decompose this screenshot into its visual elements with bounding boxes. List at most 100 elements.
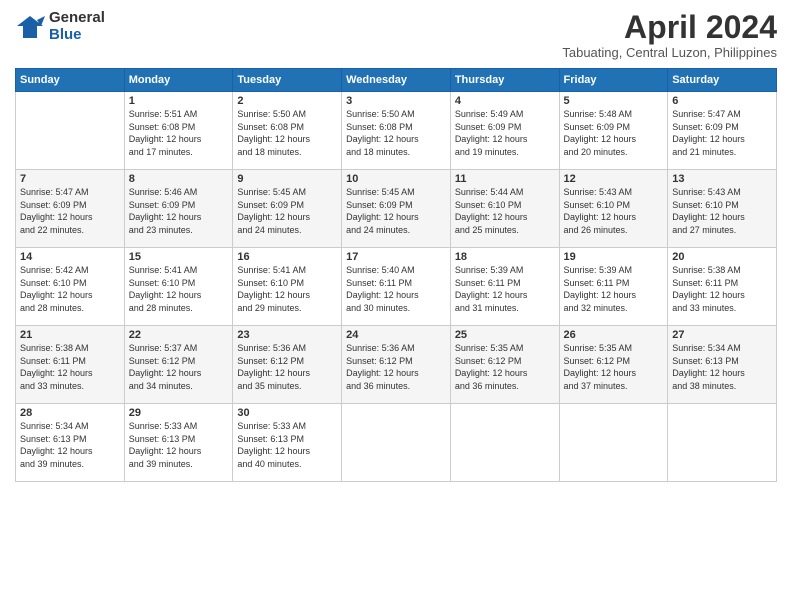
day-info: Sunrise: 5:37 AM Sunset: 6:12 PM Dayligh… bbox=[129, 342, 229, 392]
col-monday: Monday bbox=[124, 69, 233, 92]
table-row: 17Sunrise: 5:40 AM Sunset: 6:11 PM Dayli… bbox=[342, 248, 451, 326]
table-row: 21Sunrise: 5:38 AM Sunset: 6:11 PM Dayli… bbox=[16, 326, 125, 404]
day-number: 5 bbox=[564, 95, 664, 107]
table-row: 24Sunrise: 5:36 AM Sunset: 6:12 PM Dayli… bbox=[342, 326, 451, 404]
day-info: Sunrise: 5:49 AM Sunset: 6:09 PM Dayligh… bbox=[455, 108, 555, 158]
table-row bbox=[559, 404, 668, 482]
day-info: Sunrise: 5:33 AM Sunset: 6:13 PM Dayligh… bbox=[237, 420, 337, 470]
day-info: Sunrise: 5:39 AM Sunset: 6:11 PM Dayligh… bbox=[455, 264, 555, 314]
day-number: 10 bbox=[346, 173, 446, 185]
table-row bbox=[668, 404, 777, 482]
day-number: 3 bbox=[346, 95, 446, 107]
table-row: 6Sunrise: 5:47 AM Sunset: 6:09 PM Daylig… bbox=[668, 92, 777, 170]
day-number: 20 bbox=[672, 251, 772, 263]
table-row bbox=[16, 92, 125, 170]
table-row: 19Sunrise: 5:39 AM Sunset: 6:11 PM Dayli… bbox=[559, 248, 668, 326]
day-info: Sunrise: 5:43 AM Sunset: 6:10 PM Dayligh… bbox=[564, 186, 664, 236]
day-number: 14 bbox=[20, 251, 120, 263]
table-row: 4Sunrise: 5:49 AM Sunset: 6:09 PM Daylig… bbox=[450, 92, 559, 170]
day-info: Sunrise: 5:34 AM Sunset: 6:13 PM Dayligh… bbox=[672, 342, 772, 392]
table-row: 23Sunrise: 5:36 AM Sunset: 6:12 PM Dayli… bbox=[233, 326, 342, 404]
table-row: 13Sunrise: 5:43 AM Sunset: 6:10 PM Dayli… bbox=[668, 170, 777, 248]
table-row: 25Sunrise: 5:35 AM Sunset: 6:12 PM Dayli… bbox=[450, 326, 559, 404]
col-friday: Friday bbox=[559, 69, 668, 92]
calendar-table: Sunday Monday Tuesday Wednesday Thursday… bbox=[15, 68, 777, 482]
title-area: April 2024 Tabuating, Central Luzon, Phi… bbox=[562, 10, 777, 60]
day-info: Sunrise: 5:50 AM Sunset: 6:08 PM Dayligh… bbox=[237, 108, 337, 158]
table-row: 2Sunrise: 5:50 AM Sunset: 6:08 PM Daylig… bbox=[233, 92, 342, 170]
day-info: Sunrise: 5:47 AM Sunset: 6:09 PM Dayligh… bbox=[20, 186, 120, 236]
day-number: 15 bbox=[129, 251, 229, 263]
day-number: 24 bbox=[346, 329, 446, 341]
calendar-week-row: 14Sunrise: 5:42 AM Sunset: 6:10 PM Dayli… bbox=[16, 248, 777, 326]
table-row: 8Sunrise: 5:46 AM Sunset: 6:09 PM Daylig… bbox=[124, 170, 233, 248]
calendar-week-row: 1Sunrise: 5:51 AM Sunset: 6:08 PM Daylig… bbox=[16, 92, 777, 170]
header: General Blue April 2024 Tabuating, Centr… bbox=[15, 10, 777, 60]
table-row bbox=[450, 404, 559, 482]
day-number: 22 bbox=[129, 329, 229, 341]
day-info: Sunrise: 5:44 AM Sunset: 6:10 PM Dayligh… bbox=[455, 186, 555, 236]
day-info: Sunrise: 5:42 AM Sunset: 6:10 PM Dayligh… bbox=[20, 264, 120, 314]
table-row: 28Sunrise: 5:34 AM Sunset: 6:13 PM Dayli… bbox=[16, 404, 125, 482]
table-row: 1Sunrise: 5:51 AM Sunset: 6:08 PM Daylig… bbox=[124, 92, 233, 170]
logo-bird-icon bbox=[15, 12, 45, 42]
day-info: Sunrise: 5:43 AM Sunset: 6:10 PM Dayligh… bbox=[672, 186, 772, 236]
table-row: 11Sunrise: 5:44 AM Sunset: 6:10 PM Dayli… bbox=[450, 170, 559, 248]
day-info: Sunrise: 5:34 AM Sunset: 6:13 PM Dayligh… bbox=[20, 420, 120, 470]
table-row: 15Sunrise: 5:41 AM Sunset: 6:10 PM Dayli… bbox=[124, 248, 233, 326]
day-info: Sunrise: 5:36 AM Sunset: 6:12 PM Dayligh… bbox=[346, 342, 446, 392]
day-number: 23 bbox=[237, 329, 337, 341]
day-info: Sunrise: 5:39 AM Sunset: 6:11 PM Dayligh… bbox=[564, 264, 664, 314]
table-row: 14Sunrise: 5:42 AM Sunset: 6:10 PM Dayli… bbox=[16, 248, 125, 326]
table-row: 7Sunrise: 5:47 AM Sunset: 6:09 PM Daylig… bbox=[16, 170, 125, 248]
month-title: April 2024 bbox=[562, 10, 777, 45]
day-number: 27 bbox=[672, 329, 772, 341]
col-wednesday: Wednesday bbox=[342, 69, 451, 92]
day-number: 21 bbox=[20, 329, 120, 341]
col-tuesday: Tuesday bbox=[233, 69, 342, 92]
table-row: 30Sunrise: 5:33 AM Sunset: 6:13 PM Dayli… bbox=[233, 404, 342, 482]
table-row: 18Sunrise: 5:39 AM Sunset: 6:11 PM Dayli… bbox=[450, 248, 559, 326]
table-row: 22Sunrise: 5:37 AM Sunset: 6:12 PM Dayli… bbox=[124, 326, 233, 404]
calendar-week-row: 28Sunrise: 5:34 AM Sunset: 6:13 PM Dayli… bbox=[16, 404, 777, 482]
table-row: 29Sunrise: 5:33 AM Sunset: 6:13 PM Dayli… bbox=[124, 404, 233, 482]
day-number: 30 bbox=[237, 407, 337, 419]
table-row: 3Sunrise: 5:50 AM Sunset: 6:08 PM Daylig… bbox=[342, 92, 451, 170]
table-row: 27Sunrise: 5:34 AM Sunset: 6:13 PM Dayli… bbox=[668, 326, 777, 404]
day-info: Sunrise: 5:35 AM Sunset: 6:12 PM Dayligh… bbox=[564, 342, 664, 392]
day-number: 13 bbox=[672, 173, 772, 185]
day-number: 9 bbox=[237, 173, 337, 185]
table-row: 5Sunrise: 5:48 AM Sunset: 6:09 PM Daylig… bbox=[559, 92, 668, 170]
day-info: Sunrise: 5:40 AM Sunset: 6:11 PM Dayligh… bbox=[346, 264, 446, 314]
day-number: 16 bbox=[237, 251, 337, 263]
day-number: 1 bbox=[129, 95, 229, 107]
day-number: 11 bbox=[455, 173, 555, 185]
table-row: 16Sunrise: 5:41 AM Sunset: 6:10 PM Dayli… bbox=[233, 248, 342, 326]
day-info: Sunrise: 5:47 AM Sunset: 6:09 PM Dayligh… bbox=[672, 108, 772, 158]
day-number: 28 bbox=[20, 407, 120, 419]
table-row: 9Sunrise: 5:45 AM Sunset: 6:09 PM Daylig… bbox=[233, 170, 342, 248]
day-number: 7 bbox=[20, 173, 120, 185]
day-info: Sunrise: 5:38 AM Sunset: 6:11 PM Dayligh… bbox=[672, 264, 772, 314]
day-info: Sunrise: 5:46 AM Sunset: 6:09 PM Dayligh… bbox=[129, 186, 229, 236]
day-info: Sunrise: 5:36 AM Sunset: 6:12 PM Dayligh… bbox=[237, 342, 337, 392]
col-sunday: Sunday bbox=[16, 69, 125, 92]
day-info: Sunrise: 5:45 AM Sunset: 6:09 PM Dayligh… bbox=[237, 186, 337, 236]
day-info: Sunrise: 5:33 AM Sunset: 6:13 PM Dayligh… bbox=[129, 420, 229, 470]
logo-blue-text: Blue bbox=[49, 27, 105, 44]
day-number: 17 bbox=[346, 251, 446, 263]
table-row: 12Sunrise: 5:43 AM Sunset: 6:10 PM Dayli… bbox=[559, 170, 668, 248]
day-number: 12 bbox=[564, 173, 664, 185]
table-row: 10Sunrise: 5:45 AM Sunset: 6:09 PM Dayli… bbox=[342, 170, 451, 248]
col-saturday: Saturday bbox=[668, 69, 777, 92]
day-info: Sunrise: 5:38 AM Sunset: 6:11 PM Dayligh… bbox=[20, 342, 120, 392]
table-row bbox=[342, 404, 451, 482]
day-number: 2 bbox=[237, 95, 337, 107]
day-number: 25 bbox=[455, 329, 555, 341]
calendar-header-row: Sunday Monday Tuesday Wednesday Thursday… bbox=[16, 69, 777, 92]
table-row: 20Sunrise: 5:38 AM Sunset: 6:11 PM Dayli… bbox=[668, 248, 777, 326]
col-thursday: Thursday bbox=[450, 69, 559, 92]
location-text: Tabuating, Central Luzon, Philippines bbox=[562, 45, 777, 60]
logo: General Blue bbox=[15, 10, 105, 43]
day-number: 26 bbox=[564, 329, 664, 341]
